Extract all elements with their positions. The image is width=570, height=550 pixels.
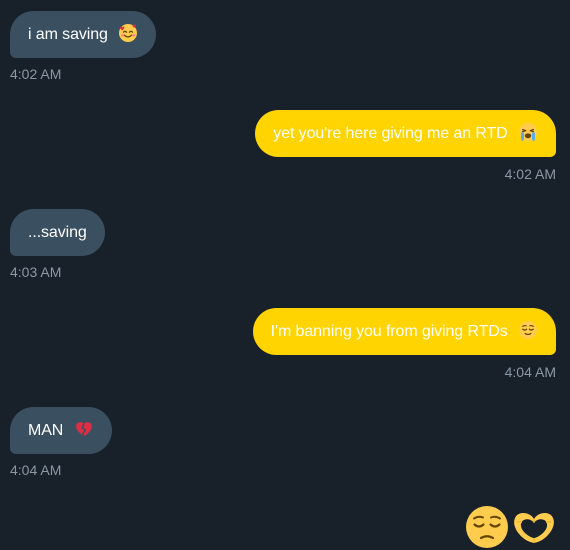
message-text: MAN	[28, 422, 64, 439]
message-text: ...saving	[28, 224, 87, 241]
message-bubble[interactable]: yet you're here giving me an RTD	[255, 110, 556, 157]
chat-thread: i am saving 4:02 AM yet you're here givi…	[0, 0, 570, 550]
heart-hands-icon[interactable]	[512, 510, 556, 544]
message-timestamp: 4:02 AM	[504, 166, 556, 182]
message-text: I'm banning you from giving RTDs	[270, 323, 508, 340]
message-incoming[interactable]: i am saving	[10, 11, 157, 58]
smiling-face-with-hearts-icon	[119, 23, 138, 42]
message-incoming[interactable]: MAN	[10, 407, 112, 454]
message-text: i am saving	[28, 26, 108, 43]
loudly-crying-face-icon	[519, 122, 537, 141]
message-timestamp: 4:04 AM	[10, 462, 62, 478]
message-timestamp: 4:04 AM	[504, 364, 556, 380]
message-bubble[interactable]: MAN	[10, 407, 112, 454]
broken-heart-icon	[75, 421, 92, 437]
message-outgoing[interactable]: yet you're here giving me an RTD	[255, 110, 556, 157]
message-bubble[interactable]: i am saving	[10, 11, 157, 58]
message-timestamp: 4:03 AM	[10, 264, 62, 280]
message-incoming[interactable]: ...saving	[10, 209, 105, 256]
message-outgoing[interactable]: I'm banning you from giving RTDs	[252, 308, 556, 355]
message-bubble[interactable]: ...saving	[10, 209, 105, 256]
message-text: yet you're here giving me an RTD	[273, 125, 508, 142]
relieved-face-icon	[519, 320, 537, 339]
message-bubble[interactable]: I'm banning you from giving RTDs	[252, 308, 556, 355]
pensive-face-icon[interactable]	[465, 505, 509, 549]
message-timestamp: 4:02 AM	[10, 66, 62, 82]
